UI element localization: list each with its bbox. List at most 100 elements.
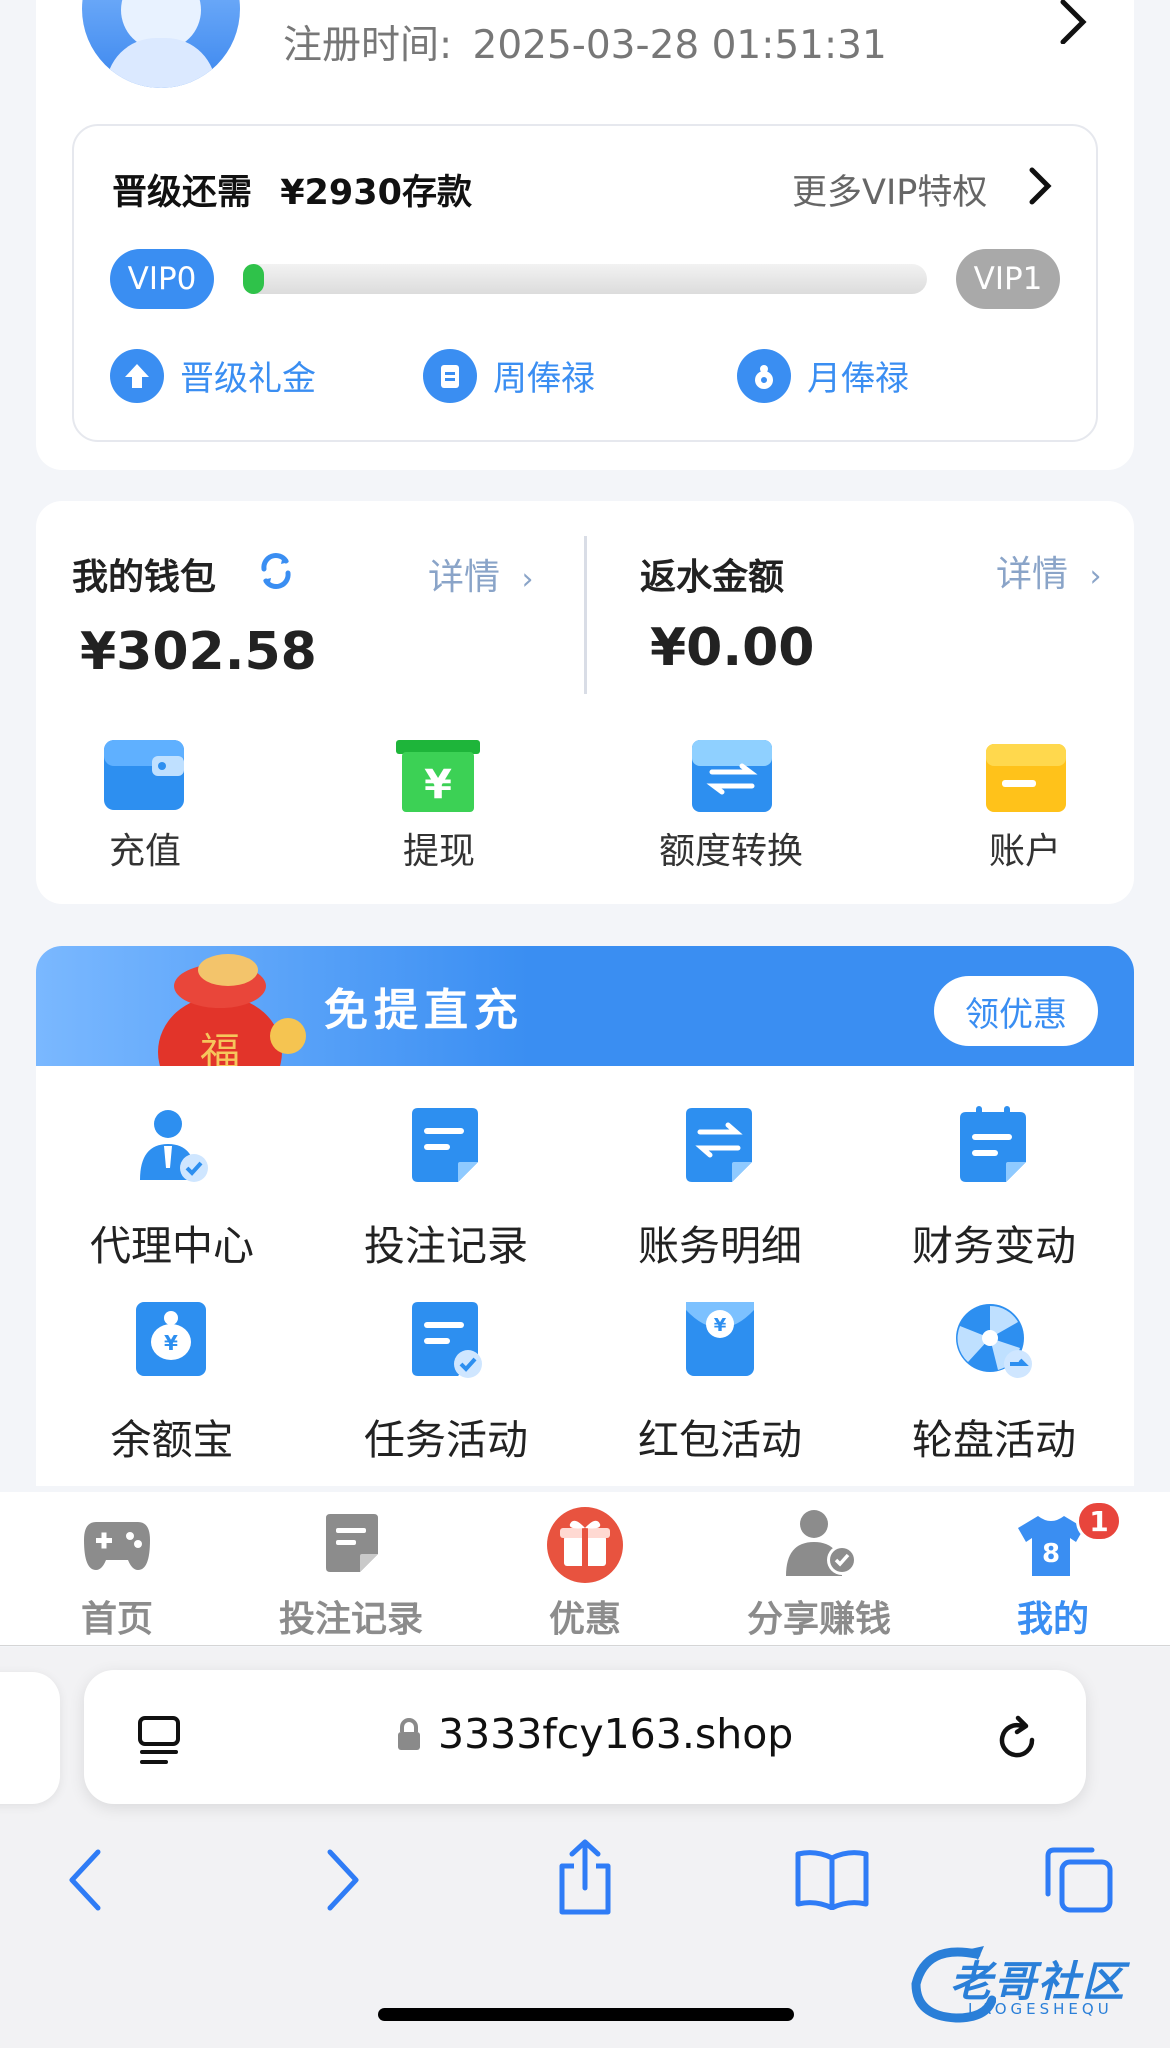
menu-item-task-activity[interactable]: 任务活动 [316,1296,576,1466]
wheel-icon [956,1304,1032,1378]
tab-label: 投注记录 [278,1599,423,1640]
wallet-detail-link[interactable]: 详情 › [428,548,533,600]
vip-next-label: VIP1 [973,261,1043,297]
menu-item-bet-record[interactable]: 投注记录 [316,1100,576,1270]
balance-bag-icon: ¥ [136,1302,206,1376]
share-icon[interactable] [554,1838,616,1916]
watermark-logo: 老哥社区 LAOGESHEQU [906,1944,1156,2024]
claim-offer-button[interactable]: 领优惠 [934,976,1098,1046]
transfer-icon [692,740,772,812]
tabs-icon[interactable] [1044,1846,1114,1914]
tab-mine[interactable]: 8 1 我的 [936,1500,1170,1640]
menu-item-balance-treasure[interactable]: ¥ 余额宝 [42,1296,302,1466]
tab-label: 分享赚钱 [746,1599,891,1640]
more-vip-link[interactable]: 更多VIP特权 [792,164,987,215]
svg-text:8: 8 [1042,1539,1060,1569]
svg-text:¥: ¥ [714,1315,727,1336]
action-label: 提现 [402,831,475,872]
menu-item-red-packet[interactable]: ¥ 红包活动 [590,1296,850,1466]
yuan-box-icon: ¥ [396,740,480,812]
menu-label: 投注记录 [364,1222,528,1270]
share-user-icon [786,1510,857,1576]
chevron-right-icon[interactable] [1028,166,1052,206]
refresh-icon[interactable] [256,549,296,593]
claim-offer-label: 领优惠 [965,994,1067,1035]
action-label: 充值 [108,831,181,872]
url-text[interactable]: 3333fcy163.shop [438,1710,793,1758]
home-indicator[interactable] [378,2008,794,2021]
perk-label: 月俸禄 [807,359,909,399]
tab-promotions[interactable]: 优惠 [468,1500,702,1640]
svg-text:¥: ¥ [164,1331,178,1355]
promo-title: 免提直充 [324,985,524,1036]
vip-current-label: VIP0 [127,261,197,297]
menu-label: 红包活动 [638,1416,802,1464]
notification-badge: 1 [1076,1500,1122,1542]
account-detail-icon [686,1108,752,1182]
menu-label: 轮盘活动 [912,1416,1076,1464]
card-icon [986,744,1066,812]
rebate-detail-link[interactable]: 详情 › [996,545,1101,597]
action-label: 账户 [988,831,1061,872]
svg-text:¥: ¥ [424,762,452,808]
bet-record-icon [412,1108,478,1182]
gift-icon [547,1507,623,1583]
vip-current-badge: VIP0 [110,249,214,309]
upgrade-prefix: 晋级还需 [112,173,253,213]
perk-item-upgrade-gift[interactable]: 晋级礼金 [110,349,370,405]
vip-progress-fill [243,264,264,294]
money-bag-icon [737,349,791,403]
bookmarks-icon[interactable] [794,1848,870,1910]
perk-label: 周俸禄 [493,359,595,399]
vip-progress-track [243,264,927,294]
tab-label: 我的 [1016,1599,1089,1640]
back-icon[interactable] [66,1848,106,1912]
perk-item-monthly-salary[interactable]: 月俸禄 [737,349,977,405]
registration-label: 注册时间: [283,23,453,68]
wallet-title: 我的钱包 [72,557,217,598]
action-withdraw[interactable]: ¥ 提现 [374,738,504,872]
menu-label: 代理中心 [90,1222,254,1270]
action-label: 额度转换 [658,831,803,872]
chevron-right-icon: › [1089,559,1102,594]
tab-share-earn[interactable]: 分享赚钱 [702,1500,936,1640]
menu-item-finance-change[interactable]: 财务变动 [864,1100,1124,1270]
menu-item-wheel-activity[interactable]: 轮盘活动 [864,1296,1124,1466]
wallet-amount: ¥302.58 [80,622,317,682]
reload-icon[interactable] [992,1714,1042,1764]
svg-text:福: 福 [200,1030,240,1066]
clipboard-icon [423,349,477,403]
perk-item-weekly-salary[interactable]: 周俸禄 [423,349,663,405]
tab-home[interactable]: 首页 [0,1500,234,1640]
menu-label: 任务活动 [364,1416,528,1464]
action-transfer[interactable]: 额度转换 [646,738,816,872]
perk-label: 晋级礼金 [180,359,316,399]
forward-icon[interactable] [322,1848,362,1912]
wallet-divider [584,536,587,694]
rebate-title: 返水金额 [640,557,785,598]
menu-item-agent-center[interactable]: 代理中心 [42,1100,302,1270]
previous-tab-peek[interactable] [0,1672,60,1804]
tab-bet-record[interactable]: 投注记录 [234,1500,468,1640]
gamepad-icon [84,1522,150,1570]
badge-count: 1 [1089,1504,1109,1538]
vip-next-badge: VIP1 [956,249,1060,309]
rebate-detail-label: 详情 [996,554,1069,595]
page-menu-icon[interactable] [136,1714,186,1766]
menu-item-account-detail[interactable]: 账务明细 [590,1100,850,1270]
menu-label: 余额宝 [110,1416,234,1464]
tab-label: 优惠 [548,1599,621,1640]
finance-change-icon [960,1106,1026,1182]
promo-banner[interactable]: 福 免提直充 领优惠 [36,946,1134,1066]
chevron-right-icon: › [521,562,534,597]
action-recharge[interactable]: 充值 [80,738,210,872]
upgrade-amount: ¥2930存款 [280,173,472,213]
rebate-amount: ¥0.00 [650,618,815,678]
tab-label: 首页 [80,1599,153,1640]
action-account[interactable]: 账户 [960,738,1090,872]
chevron-right-icon[interactable] [1055,0,1091,44]
address-bar[interactable]: 3333fcy163.shop [84,1670,1086,1804]
wallet-detail-label: 详情 [428,557,501,598]
registration-time: 注册时间: 2025-03-28 01:51:31 [283,14,887,70]
menu-label: 账务明细 [638,1222,802,1270]
